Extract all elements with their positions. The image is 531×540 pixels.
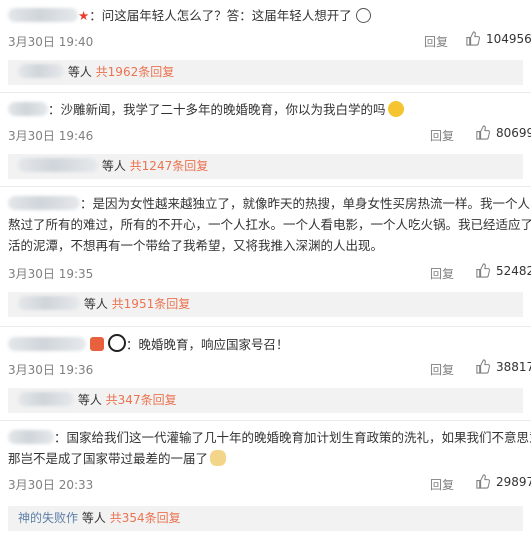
comment-time: 3月30日 20:33 xyxy=(8,478,94,492)
divider xyxy=(0,186,531,187)
comment-time: 3月30日 19:36 xyxy=(8,363,94,377)
like-button[interactable]: 38817 xyxy=(475,359,531,374)
like-count: 29897 xyxy=(496,474,531,489)
comment-time: 3月30日 19:35 xyxy=(8,267,94,281)
divider xyxy=(0,326,531,327)
blurred-username[interactable] xyxy=(8,430,54,444)
sub-replies[interactable]: 神的失败作 等人 共354条回复 xyxy=(8,506,523,531)
panda-emoji-icon xyxy=(107,334,126,352)
comment-time: 3月30日 19:40 xyxy=(8,35,94,49)
blurred-username xyxy=(18,296,80,310)
like-button[interactable]: 104956 xyxy=(465,31,531,46)
blurred-username[interactable] xyxy=(8,196,80,210)
reply-button[interactable]: 回复 xyxy=(430,265,454,282)
heart-badge-icon xyxy=(89,337,104,351)
reply-count-link[interactable]: 共1962条回复 xyxy=(96,65,175,79)
smile-emoji-icon xyxy=(355,8,371,23)
divider xyxy=(0,92,531,93)
like-button[interactable]: 52482 xyxy=(475,263,531,278)
sub-replies[interactable]: 等人 共347条回复 xyxy=(8,388,523,413)
reply-count-link[interactable]: 共354条回复 xyxy=(110,511,181,525)
like-count: 104956 xyxy=(486,31,531,46)
sub-replies[interactable]: 等人 共1962条回复 xyxy=(8,60,523,85)
blurred-username xyxy=(18,158,98,172)
comment-text-line-2: 熬过了所有的难过，所有的不开心，一个人扛水。一个人看电影，一个人吃火锅。我已经适… xyxy=(8,217,531,232)
comment-text-line-2: 那岂不是成了国家带过最差的一届了 xyxy=(8,448,227,469)
comment-text: ：晚婚晚育，响应国家号召！ xyxy=(8,334,289,355)
reply-button[interactable]: 回复 xyxy=(430,361,454,378)
red-star-icon: ★ xyxy=(78,8,90,23)
like-button[interactable]: 80699 xyxy=(475,125,531,140)
reply-button[interactable]: 回复 xyxy=(430,476,454,493)
blurred-username[interactable] xyxy=(8,337,86,351)
reply-button[interactable]: 回复 xyxy=(430,127,454,144)
like-count: 38817 xyxy=(496,359,531,374)
blurred-username[interactable] xyxy=(8,8,78,22)
blurred-username xyxy=(18,392,74,406)
reply-count-link[interactable]: 共1247条回复 xyxy=(130,159,209,173)
comment-text: ：沙雕新闻，我学了二十多年的晚婚晚育，你以为我白学的吗 xyxy=(8,99,404,120)
thumbs-up-icon xyxy=(476,474,490,489)
comment-text: ★：问这届年轻人怎么了？答：这届年轻人想开了 xyxy=(8,5,371,26)
replier-name-link[interactable]: 神的失败作 xyxy=(18,511,78,525)
comment-text-line-1: ：是因为女性越来越独立了，就像昨天的热搜，单身女性买房热流一样。我一个人 xyxy=(8,193,530,214)
reply-button[interactable]: 回复 xyxy=(424,33,448,50)
thumbs-up-icon xyxy=(466,31,480,46)
reply-count-link[interactable]: 共1951条回复 xyxy=(112,297,191,311)
like-count: 80699 xyxy=(496,125,531,140)
thumbs-up-icon xyxy=(476,263,490,278)
thumbs-up-icon xyxy=(476,359,490,374)
reply-count-link[interactable]: 共347条回复 xyxy=(106,393,177,407)
blurred-username[interactable] xyxy=(8,102,48,116)
thumbs-up-icon xyxy=(476,125,490,140)
blurred-username xyxy=(18,64,64,78)
doge-emoji-icon xyxy=(210,450,227,466)
comment-text-line-3: 活的泥潭，不想再有一个带给了我希望，又将我推入深渊的人出现。 xyxy=(8,238,384,253)
like-button[interactable]: 29897 xyxy=(475,474,531,489)
like-count: 52482 xyxy=(496,263,531,278)
sub-replies[interactable]: 等人 共1951条回复 xyxy=(8,292,523,317)
smile-emoji-icon xyxy=(387,101,404,117)
comment-time: 3月30日 19:46 xyxy=(8,129,94,143)
sub-replies[interactable]: 等人 共1247条回复 xyxy=(8,154,523,179)
divider xyxy=(0,420,531,421)
comment-text-line-1: ：国家给我们这一代灌输了几十年的晚婚晚育加计划生育政策的洗礼，如果我们不意思意思 xyxy=(8,427,531,448)
